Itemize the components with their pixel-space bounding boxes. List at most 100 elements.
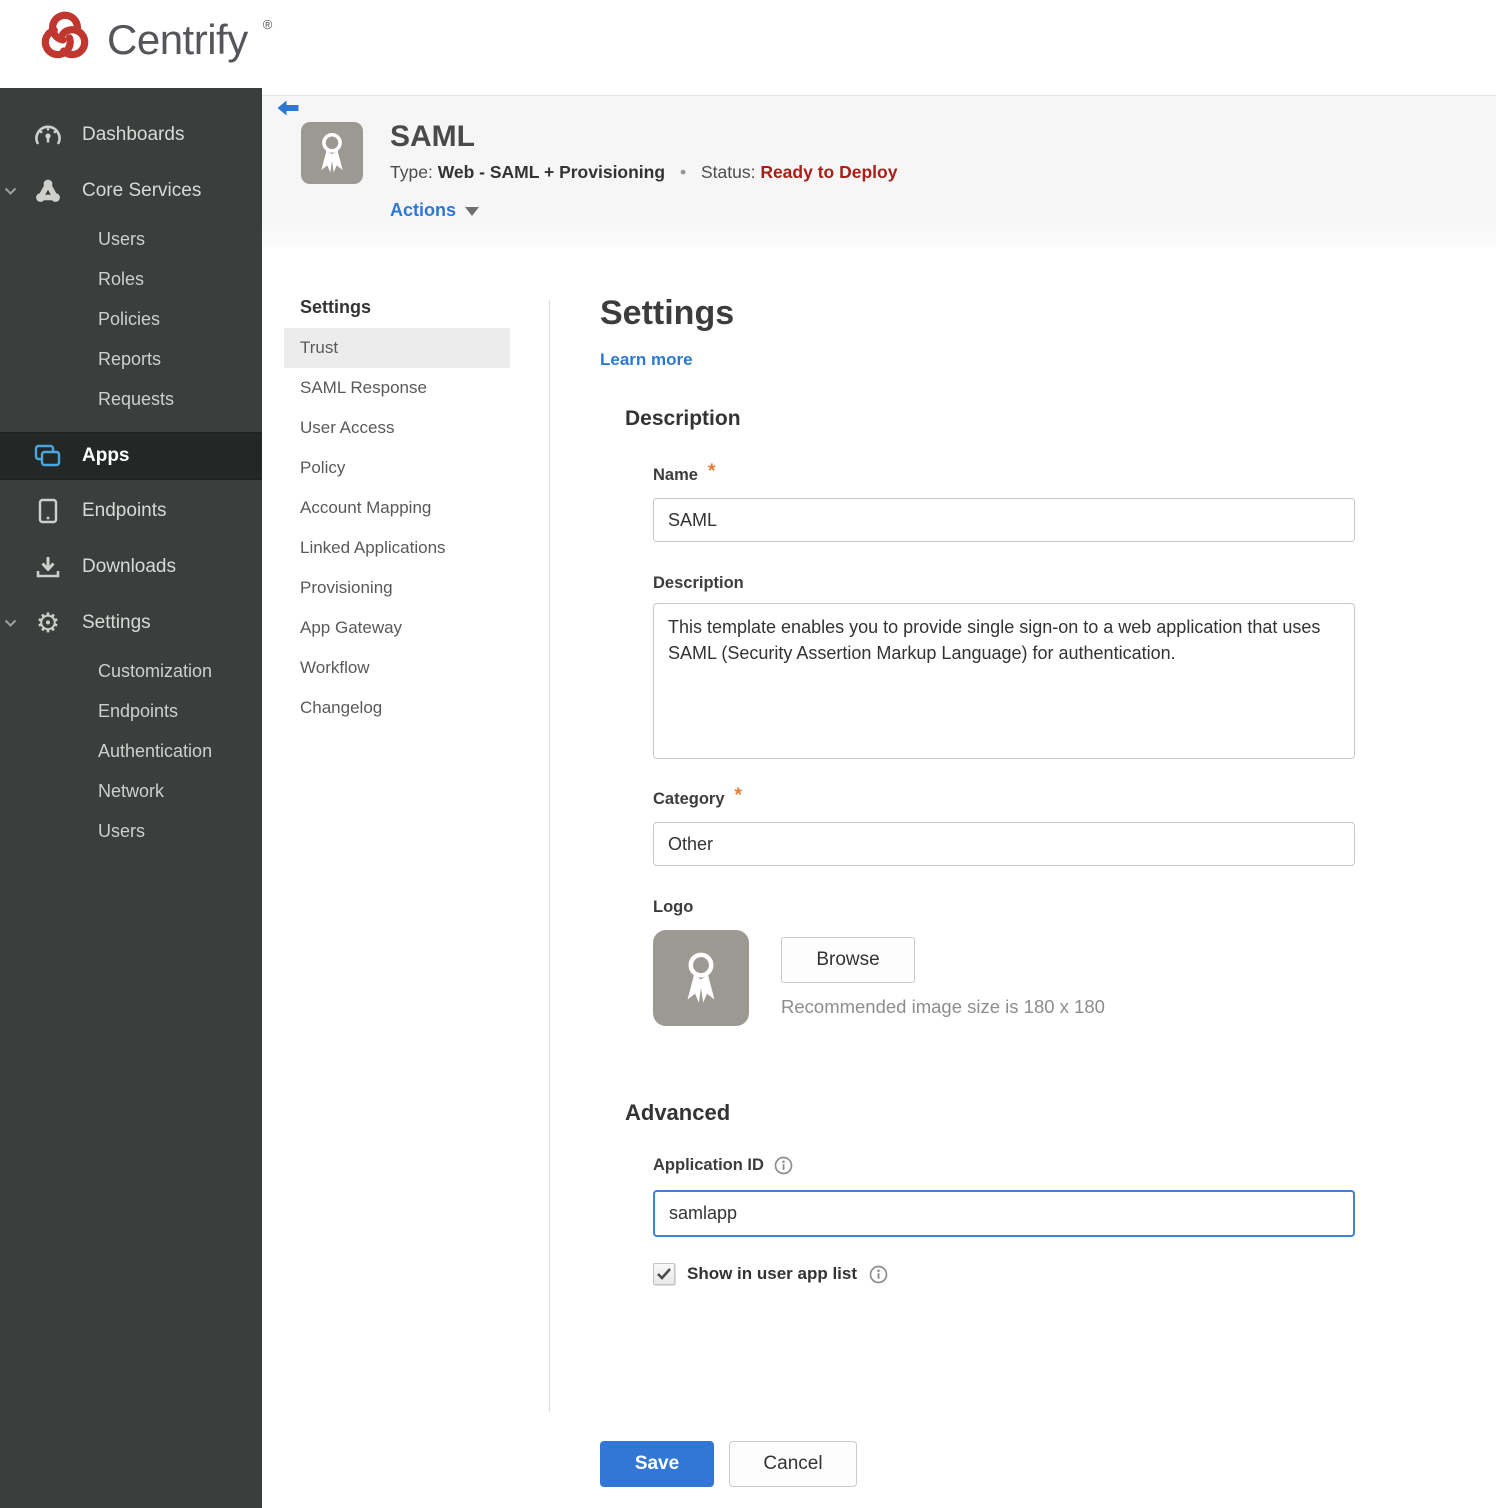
subnav-item-trust[interactable]: Trust bbox=[284, 328, 510, 368]
dot-separator: • bbox=[679, 162, 687, 182]
sidebar-item-downloads[interactable]: Downloads bbox=[0, 547, 262, 587]
required-asterisk: * bbox=[707, 461, 716, 482]
sidebar-item-label: Reports bbox=[98, 348, 162, 369]
type-label: Type: bbox=[390, 162, 433, 182]
brand-name: Centrify bbox=[107, 15, 248, 63]
application-id-label-text: Application ID bbox=[653, 1156, 764, 1174]
sidebar-item-policies[interactable]: Policies bbox=[0, 299, 262, 339]
sidebar-item-endpoints[interactable]: Endpoints bbox=[0, 491, 262, 531]
subnav-item-account-mapping[interactable]: Account Mapping bbox=[284, 488, 510, 528]
registered-mark: ® bbox=[262, 17, 273, 32]
status-value: Ready to Deploy bbox=[760, 162, 898, 182]
sidebar-item-label: Endpoints bbox=[98, 700, 179, 721]
subnav-item-provisioning[interactable]: Provisioning bbox=[284, 568, 510, 608]
chevron-down-icon bbox=[4, 614, 17, 632]
sidebar-item-users[interactable]: Users bbox=[0, 219, 262, 259]
sidebar-item-label: Network bbox=[98, 780, 165, 801]
sidebar-item-label: Dashboards bbox=[82, 124, 185, 145]
logo-preview bbox=[653, 930, 749, 1026]
subnav-item-workflow[interactable]: Workflow bbox=[284, 648, 510, 688]
sidebar-item-label: Authentication bbox=[98, 740, 213, 761]
sidebar-item-reports[interactable]: Reports bbox=[0, 339, 262, 379]
subnav-item-saml-response[interactable]: SAML Response bbox=[284, 368, 510, 408]
sidebar-item-core-services[interactable]: Core Services bbox=[0, 171, 262, 211]
sidebar-item-label: Policies bbox=[98, 308, 161, 329]
gauge-icon bbox=[33, 123, 63, 147]
info-icon[interactable] bbox=[869, 1265, 888, 1284]
subnav-item-changelog[interactable]: Changelog bbox=[284, 688, 510, 728]
category-field-label: Category * bbox=[653, 785, 742, 810]
status-label: Status: bbox=[700, 162, 756, 182]
top-header: Centrify ® bbox=[0, 0, 1496, 88]
sidebar-item-roles[interactable]: Roles bbox=[0, 259, 262, 299]
subnav-item-user-access[interactable]: User Access bbox=[284, 408, 510, 448]
actions-dropdown[interactable]: Actions bbox=[390, 200, 480, 221]
logo-label-text: Logo bbox=[653, 898, 694, 916]
sidebar-item-settings-users[interactable]: Users bbox=[0, 811, 262, 851]
app-meta-line: Type: Web - SAML + Provisioning • Status… bbox=[390, 162, 897, 183]
name-label-text: Name bbox=[653, 465, 698, 484]
sidebar-item-dashboards[interactable]: Dashboards bbox=[0, 115, 262, 155]
subnav-header: Settings bbox=[300, 297, 372, 317]
application-id-field-label: Application ID bbox=[653, 1156, 793, 1175]
description-textarea[interactable]: This template enables you to provide sin… bbox=[653, 603, 1355, 759]
tablet-icon bbox=[33, 498, 63, 524]
advanced-section-heading: Advanced bbox=[625, 1100, 731, 1125]
download-icon bbox=[33, 554, 63, 580]
save-button[interactable]: Save bbox=[600, 1441, 714, 1487]
subnav-item-app-gateway[interactable]: App Gateway bbox=[284, 608, 510, 648]
sidebar-item-label: Settings bbox=[82, 612, 151, 633]
award-ribbon-icon bbox=[687, 952, 715, 1003]
app-logo-icon bbox=[301, 122, 363, 184]
page-title: Settings bbox=[600, 294, 735, 332]
sidebar-item-label: Users bbox=[98, 228, 146, 249]
sidebar-item-label: Users bbox=[98, 820, 146, 841]
logo-size-hint: Recommended image size is 180 x 180 bbox=[781, 996, 1105, 1017]
sidebar-item-requests[interactable]: Requests bbox=[0, 379, 262, 419]
sidebar-item-label: Customization bbox=[98, 660, 213, 681]
name-field-label: Name * bbox=[653, 461, 716, 486]
application-id-input[interactable] bbox=[653, 1190, 1355, 1237]
brand: Centrify ® bbox=[36, 10, 272, 69]
show-in-user-app-list-label: Show in user app list bbox=[687, 1264, 858, 1283]
sidebar-item-label: Roles bbox=[98, 268, 145, 289]
sidebar-item-label: Downloads bbox=[82, 556, 176, 577]
browse-button[interactable]: Browse bbox=[781, 937, 915, 983]
sidebar-item-customization[interactable]: Customization bbox=[0, 651, 262, 691]
sidebar-item-settings-endpoints[interactable]: Endpoints bbox=[0, 691, 262, 731]
description-field-label: Description bbox=[653, 574, 744, 593]
description-label-text: Description bbox=[653, 574, 744, 592]
learn-more-link[interactable]: Learn more bbox=[600, 350, 693, 370]
required-asterisk: * bbox=[734, 785, 742, 806]
logo-field-label: Logo bbox=[653, 898, 693, 917]
info-icon[interactable] bbox=[774, 1156, 793, 1175]
centrify-admin-page: Centrify ® Dashboards Core Services User… bbox=[0, 0, 1496, 1508]
type-value: Web - SAML + Provisioning bbox=[437, 162, 666, 182]
sidebar-item-label: Apps bbox=[82, 445, 130, 466]
apps-icon bbox=[33, 443, 63, 469]
name-input[interactable] bbox=[653, 498, 1355, 542]
sidebar: Dashboards Core Services Users Roles Pol… bbox=[0, 88, 262, 1508]
sidebar-item-apps[interactable]: Apps bbox=[0, 432, 262, 480]
subnav-item-linked-applications[interactable]: Linked Applications bbox=[284, 528, 510, 568]
sidebar-item-label: Endpoints bbox=[82, 500, 167, 521]
core-services-icon bbox=[33, 178, 63, 204]
sidebar-item-network[interactable]: Network bbox=[0, 771, 262, 811]
checkmark-icon bbox=[657, 1268, 671, 1280]
vertical-divider bbox=[549, 300, 550, 1412]
cancel-button[interactable]: Cancel bbox=[729, 1441, 857, 1487]
sidebar-item-label: Requests bbox=[98, 388, 175, 409]
centrify-logo-icon bbox=[36, 10, 94, 69]
chevron-down-icon bbox=[4, 182, 17, 200]
show-in-user-app-list-checkbox[interactable] bbox=[653, 1263, 675, 1285]
back-arrow-icon[interactable] bbox=[276, 99, 300, 124]
sidebar-item-settings[interactable]: ⚙ Settings bbox=[0, 603, 262, 643]
show-in-user-app-list-row: Show in user app list bbox=[653, 1263, 888, 1285]
gear-icon: ⚙ bbox=[35, 607, 61, 638]
subnav-item-policy[interactable]: Policy bbox=[284, 448, 510, 488]
sidebar-item-label: Core Services bbox=[82, 180, 202, 201]
sidebar-item-authentication[interactable]: Authentication bbox=[0, 731, 262, 771]
actions-label: Actions bbox=[390, 200, 457, 220]
category-input[interactable] bbox=[653, 822, 1355, 866]
app-title: SAML bbox=[390, 120, 475, 153]
